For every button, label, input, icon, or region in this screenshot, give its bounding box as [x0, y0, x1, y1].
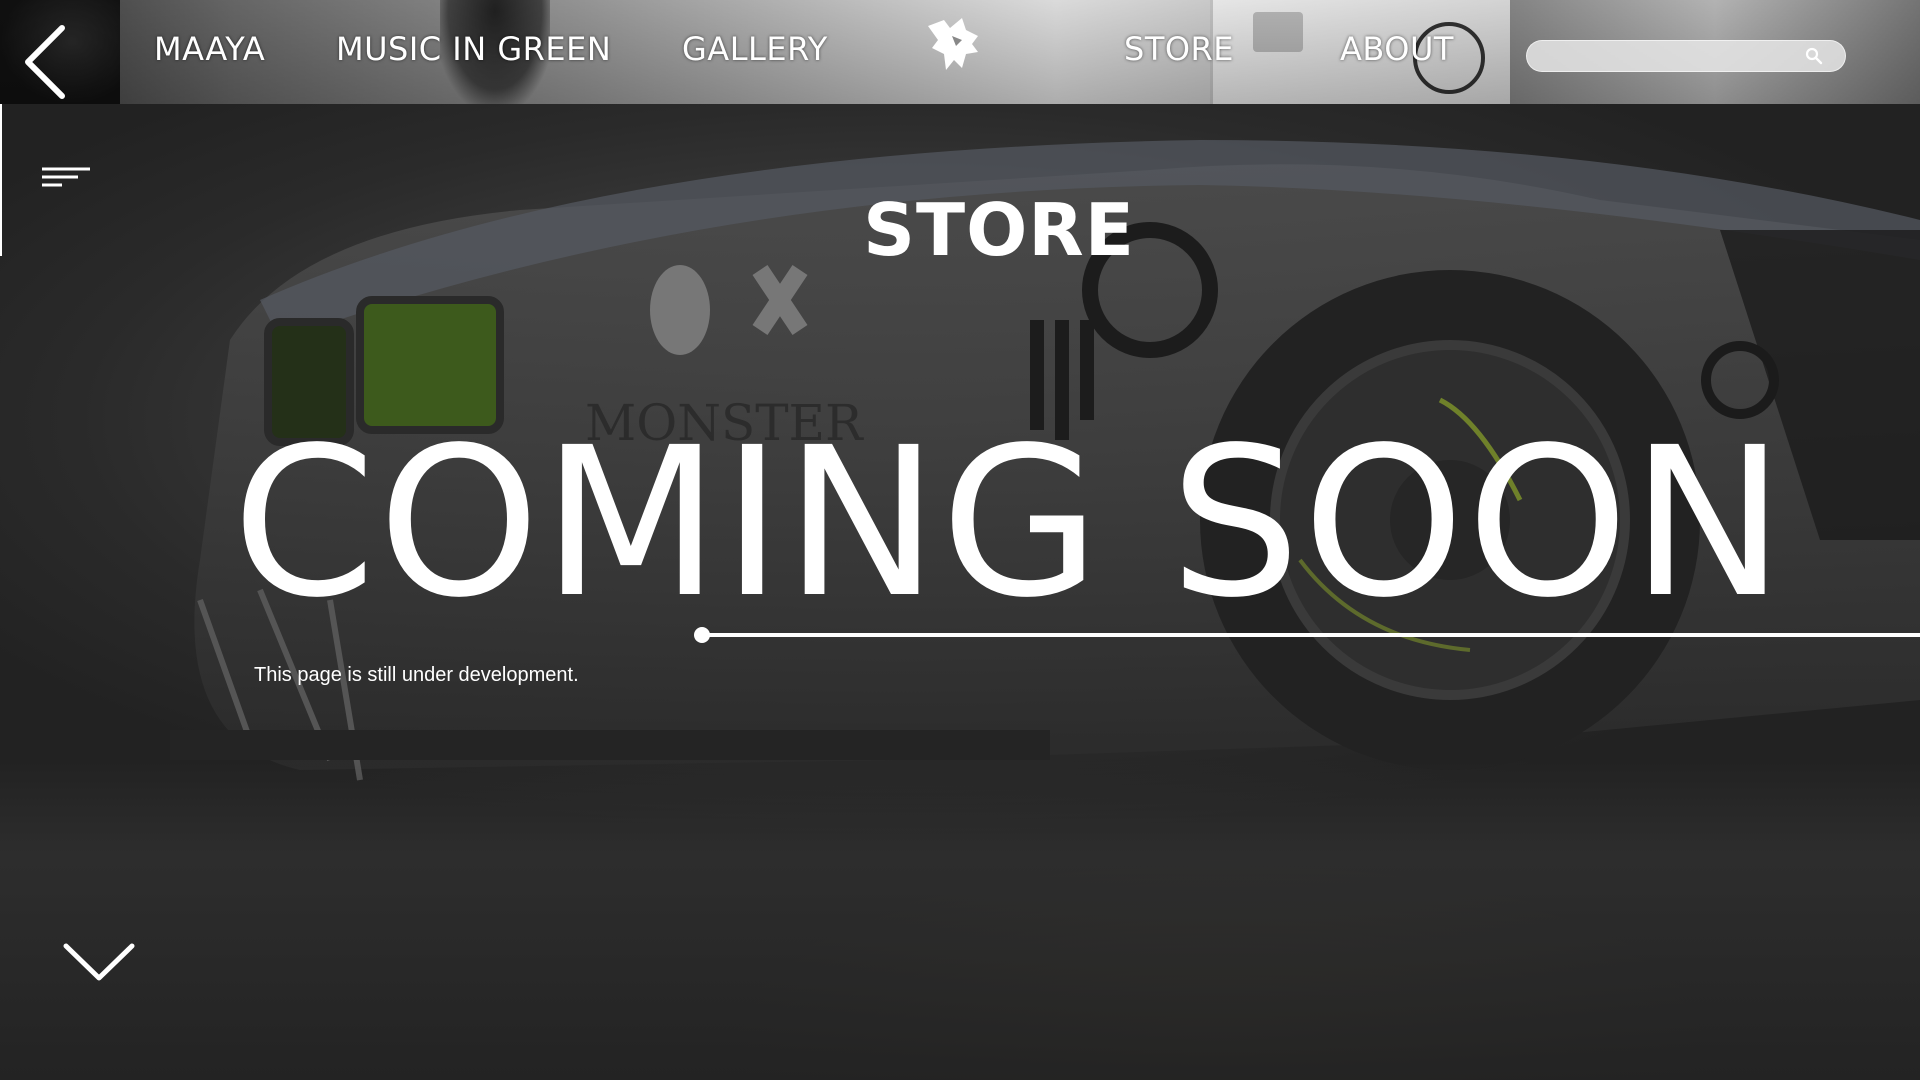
nav-about[interactable]: ABOUT [1340, 30, 1454, 68]
headline-underline-dot [694, 627, 710, 643]
page: MONSTER MAAYA MUSIC IN GREEN GALLERY STO… [0, 0, 1920, 1080]
search-input[interactable] [1543, 41, 1797, 73]
top-nav-bar: MAAYA MUSIC IN GREEN GALLERY STORE ABOUT [0, 0, 1920, 104]
headline-underline [702, 633, 1920, 637]
nav-maaya[interactable]: MAAYA [154, 30, 265, 68]
search-icon[interactable] [1805, 47, 1823, 65]
nav-gallery[interactable]: GALLERY [682, 30, 828, 68]
home-logo[interactable] [922, 14, 984, 76]
page-title-text: STORE [863, 188, 1135, 272]
ground-shadow [0, 760, 1920, 1080]
back-button[interactable] [18, 22, 78, 100]
wolf-head-icon [928, 18, 978, 70]
scroll-down-button[interactable] [62, 940, 136, 984]
chevron-left-icon [25, 25, 65, 99]
coming-soon-headline: COMING SOON [232, 403, 1787, 643]
nav-store[interactable]: STORE [1124, 30, 1234, 68]
development-notice: This page is still under development. [254, 664, 579, 686]
page-title: STORE [0, 188, 1920, 272]
chevron-down-icon [63, 943, 135, 981]
search-bar [1526, 40, 1846, 73]
nav-music-in-green[interactable]: MUSIC IN GREEN [336, 30, 611, 68]
